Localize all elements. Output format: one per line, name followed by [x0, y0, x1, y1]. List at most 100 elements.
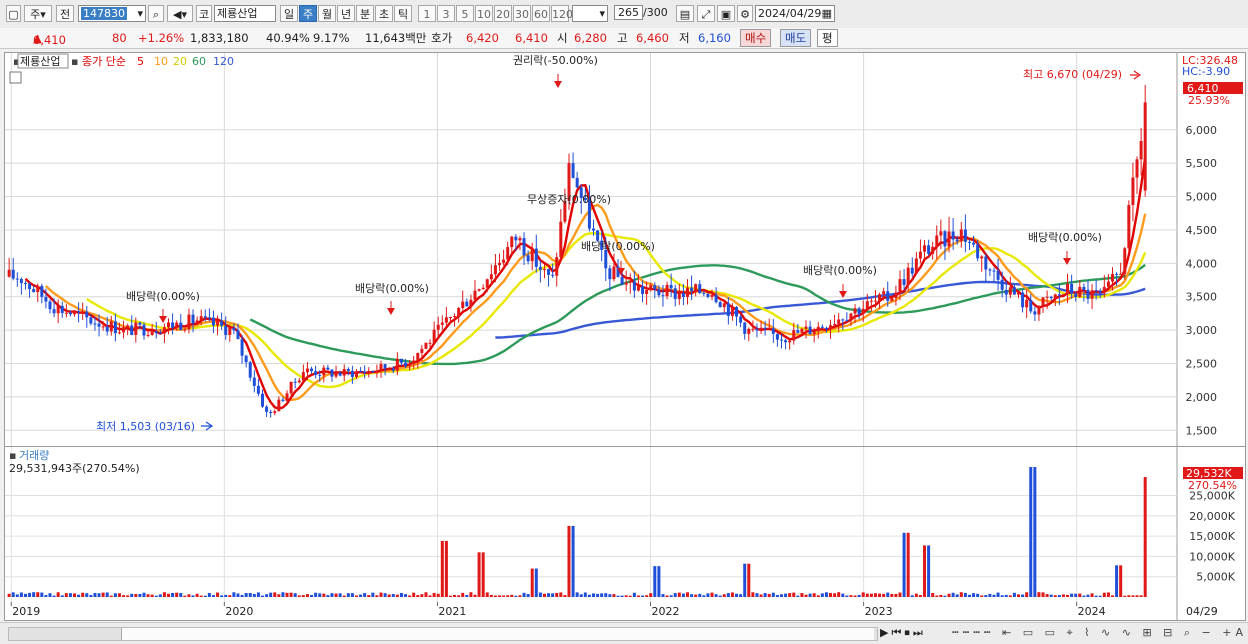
price-tick-label: 3,000 — [1186, 324, 1218, 337]
panel-title[interactable]: 제룡산업 — [20, 55, 60, 68]
volume-bar — [763, 593, 767, 597]
candle-body — [628, 281, 632, 283]
grid-toggle-icon[interactable] — [9, 71, 22, 84]
candle-body — [285, 393, 289, 401]
ma-menu-icon[interactable]: ▪ — [71, 55, 78, 68]
price-panel[interactable]: 1,500 2,000 2,500 3,000 3,500 4,000 4,500 5,000… — [4, 52, 1246, 448]
interval-button-1[interactable]: 1 — [418, 5, 436, 22]
open-price: 6,280 — [574, 31, 607, 45]
prev-button[interactable]: 전 — [56, 5, 74, 22]
candle-body — [32, 289, 36, 293]
candle-body — [792, 330, 796, 341]
candle-body — [318, 374, 322, 376]
avg-button[interactable]: 평 — [817, 29, 838, 47]
gear-icon[interactable]: ⚙ — [737, 5, 753, 22]
volume-bar — [943, 595, 947, 597]
candle-body — [199, 316, 203, 321]
playback-controls[interactable]: ▶⏮⏹⏭ — [880, 626, 926, 640]
price-tick-label: 4,000 — [1186, 257, 1218, 270]
interval-button-10[interactable]: 10 — [475, 5, 493, 22]
volume-bar — [951, 592, 955, 597]
price-tick-label: 4,500 — [1186, 224, 1218, 237]
interval-button-5[interactable]: 5 — [456, 5, 474, 22]
sound-icon[interactable]: ◀▾ — [167, 5, 193, 22]
market-button[interactable]: 코 — [196, 5, 212, 22]
save-icon[interactable]: ▣ — [717, 5, 735, 22]
period-tab-4[interactable]: 분 — [356, 5, 374, 22]
volume-bar — [444, 540, 448, 597]
volume-bar — [412, 592, 416, 597]
period-tab-3[interactable]: 년 — [337, 5, 355, 22]
sell-button[interactable]: 매도 — [780, 29, 812, 47]
buy-button[interactable]: 매수 — [740, 29, 772, 47]
scrollbar-thumb[interactable] — [121, 628, 874, 640]
period-tab-5[interactable]: 초 — [375, 5, 393, 22]
chart-tools-icon[interactable]: ▤ — [676, 5, 694, 22]
volume-bar — [542, 593, 546, 597]
volume-bar — [857, 594, 861, 597]
price-value: 6,410 ▲ — [33, 31, 66, 47]
candle-body — [984, 256, 988, 270]
candle-body — [56, 305, 60, 314]
volume-bar — [453, 594, 457, 597]
date-input[interactable]: 2024/04/29 ▦ — [755, 5, 835, 22]
volume-bar — [359, 594, 363, 597]
volume-bar — [101, 592, 105, 597]
period-tab-1[interactable]: 주 — [299, 5, 317, 22]
candle-body — [845, 320, 849, 322]
interval-input[interactable]: ▾ — [572, 5, 608, 22]
candle-body — [175, 322, 179, 328]
bottom-bar: ▶⏮⏹⏭ ┅┅┅┅ ⇤ ▭ ▭ ⌖ ⌇ ∿ ∿ ⊞ ⊟ ⌕ − +A — [0, 622, 1248, 644]
period-tab-0[interactable]: 일 — [280, 5, 298, 22]
volume-bar — [408, 595, 412, 597]
volume-bar — [771, 592, 775, 597]
interval-button-60[interactable]: 60 — [532, 5, 550, 22]
interval-button-20[interactable]: 20 — [494, 5, 512, 22]
interval-button-30[interactable]: 30 — [513, 5, 531, 22]
volume-bar — [248, 593, 252, 597]
volume-bar — [784, 593, 788, 597]
draw-tools-icon[interactable]: ⤢ — [697, 5, 715, 22]
search-icon[interactable]: ⌕ — [148, 5, 164, 22]
candle-body — [89, 317, 93, 324]
candle-body — [399, 358, 403, 363]
candle-body — [1102, 286, 1106, 293]
x-tick-label: 2024 — [1078, 605, 1106, 618]
zoom-tools[interactable]: ┅┅┅┅ ⇤ ▭ ▭ ⌖ ⌇ ∿ ∿ ⊞ ⊟ ⌕ − +A — [952, 626, 1247, 640]
change-value: 80 — [112, 31, 127, 45]
candle-body — [167, 322, 171, 328]
candle-body — [1098, 290, 1102, 293]
stock-name-field[interactable]: 제룡산업 — [214, 5, 276, 22]
code-input[interactable]: 147830 ▾ — [78, 5, 146, 22]
price-tick-label: 5,500 — [1186, 157, 1218, 170]
period-tab-2[interactable]: 월 — [318, 5, 336, 22]
period-tab-6[interactable]: 틱 — [394, 5, 412, 22]
volume-menu-icon[interactable]: ▪ — [9, 449, 16, 462]
volume-bar — [395, 594, 399, 597]
volume-bar — [109, 595, 113, 597]
candle-body — [493, 265, 497, 275]
interval-button-120[interactable]: 120 — [551, 5, 573, 22]
interval-button-3[interactable]: 3 — [437, 5, 455, 22]
candle-body — [967, 241, 971, 243]
type-select[interactable]: 주▾ — [24, 5, 52, 22]
candle-body — [690, 287, 694, 292]
volume-bar — [195, 593, 199, 597]
scrollbar-track[interactable] — [8, 627, 878, 641]
window-icon[interactable]: ▢ — [6, 5, 21, 22]
candle-body — [1106, 281, 1110, 287]
candle-body — [444, 317, 448, 323]
candle-body — [359, 371, 363, 373]
candle-body — [179, 322, 183, 331]
candle-body — [301, 372, 305, 381]
candle-body — [869, 300, 873, 302]
volume-bar — [735, 593, 739, 597]
candle-body — [19, 279, 23, 284]
candle-body — [518, 238, 522, 241]
volume-bar — [959, 592, 963, 597]
x-tick-label: 2020 — [225, 605, 253, 618]
volume-bar — [775, 595, 779, 597]
volume-panel[interactable]: 5,000K 10,000K 15,000K 20,000K 25,000K ▪ 거래량… — [4, 446, 1246, 604]
candle-body — [894, 292, 898, 298]
count-display: 265/300 — [612, 5, 672, 22]
